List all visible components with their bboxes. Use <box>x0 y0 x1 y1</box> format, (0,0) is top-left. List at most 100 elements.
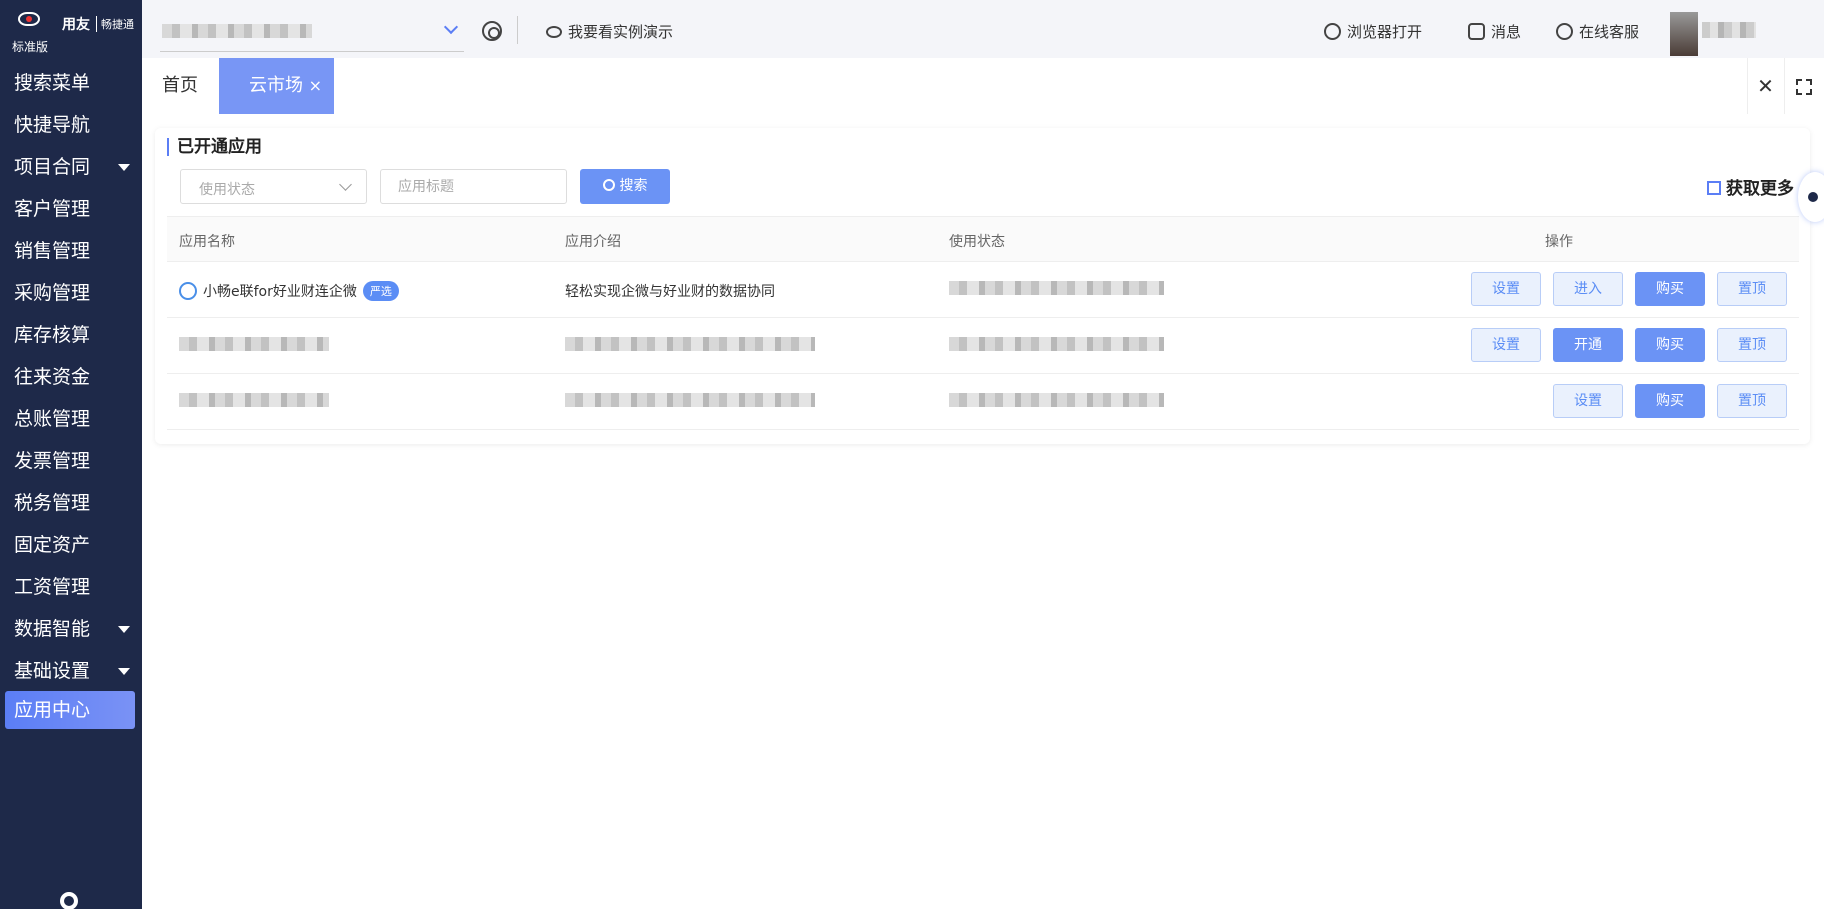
app-status-blurred <box>949 393 1164 407</box>
edition-label: 标准版 <box>12 40 49 54</box>
status-filter-select[interactable]: 使用状态 <box>180 169 367 204</box>
sidebar-item-label: 客户管理 <box>14 198 91 220</box>
row-action-button[interactable]: 购买 <box>1635 384 1705 418</box>
app-intro-cell: 轻松实现企微与好业财的数据协同 <box>565 281 775 301</box>
app-intro: 轻松实现企微与好业财的数据协同 <box>565 284 775 300</box>
messages-label: 消息 <box>1491 23 1522 41</box>
demo-label: 我要看实例演示 <box>568 23 674 41</box>
panel-title: 已开通应用 <box>167 138 262 156</box>
app-name-blurred <box>179 337 329 351</box>
sidebar-item[interactable]: 采购管理 <box>0 272 142 314</box>
table-row: 小畅e联for好业财连企微 严选 轻松实现企微与好业财的数据协同 设置 进入 购买 置顶 <box>167 262 1799 318</box>
close-tab-icon[interactable]: × <box>309 58 322 114</box>
sidebar-item[interactable]: 往来资金 <box>0 356 142 398</box>
logo[interactable]: 用友 畅捷通 标准版 <box>0 0 142 60</box>
row-actions: 设置 进入 购买 置顶 <box>1459 272 1787 306</box>
app-status-blurred <box>949 337 1164 351</box>
app-status-cell <box>949 281 1164 299</box>
status-filter-placeholder: 使用状态 <box>199 182 255 198</box>
sidebar-item-label: 应用中心 <box>14 699 91 721</box>
messages-link[interactable]: 消息 <box>1468 21 1521 42</box>
row-action-button[interactable]: 置顶 <box>1717 384 1787 418</box>
sidebar-item-label: 销售管理 <box>14 240 91 262</box>
demo-link[interactable]: 我要看实例演示 <box>546 21 673 42</box>
browser-open-label: 浏览器打开 <box>1347 23 1423 41</box>
row-action-button[interactable]: 购买 <box>1635 328 1705 362</box>
row-action-button[interactable]: 置顶 <box>1717 328 1787 362</box>
support-label: 在线客服 <box>1579 23 1640 41</box>
app-name: 小畅e联for好业财连企微 <box>203 284 357 300</box>
app-intro-blurred <box>565 393 815 407</box>
app-name-cell <box>179 393 329 411</box>
app-intro-cell <box>565 393 815 411</box>
row-action-button[interactable]: 设置 <box>1471 328 1541 362</box>
app-name-cell <box>179 337 329 355</box>
sidebar-item[interactable]: 税务管理 <box>0 482 142 524</box>
col-header-name: 应用名称 <box>179 234 235 250</box>
sidebar-item-label: 总账管理 <box>14 408 91 430</box>
app-name-blurred <box>179 393 329 407</box>
table-row: 设置 购买 置顶 <box>167 374 1799 430</box>
opened-apps-panel: 已开通应用 使用状态 搜索 获取更多 应用名称 应用介绍 使用状态 操作 小畅e… <box>155 128 1810 444</box>
tab-bar: 首页 云市场 × ✕ <box>142 58 1824 114</box>
table-header: 应用名称 应用介绍 使用状态 操作 <box>167 216 1799 262</box>
tab-home[interactable]: 首页 <box>162 58 198 114</box>
sidebar-item[interactable]: 库存核算 <box>0 314 142 356</box>
row-action-button[interactable]: 开通 <box>1553 328 1623 362</box>
sidebar-item-label: 发票管理 <box>14 450 91 472</box>
sidebar-item[interactable]: 工资管理 <box>0 566 142 608</box>
sidebar-item[interactable]: 客户管理 <box>0 188 142 230</box>
sidebar-item-label: 固定资产 <box>14 534 91 556</box>
gear-icon[interactable] <box>482 21 502 41</box>
col-header-intro: 应用介绍 <box>565 234 621 250</box>
planet-icon <box>546 26 562 38</box>
sidebar-item[interactable]: 快捷导航 <box>0 104 142 146</box>
app-intro-blurred <box>565 337 815 351</box>
caret-down-icon <box>118 626 130 633</box>
user-name-blurred[interactable] <box>1702 22 1756 38</box>
sidebar-item[interactable]: 项目合同 <box>0 146 142 188</box>
fullscreen-icon[interactable] <box>1784 58 1820 114</box>
table-row: 设置 开通 购买 置顶 <box>167 318 1799 374</box>
apps-list-icon <box>1707 181 1721 195</box>
row-action-button[interactable]: 购买 <box>1635 272 1705 306</box>
sidebar-item[interactable]: 销售管理 <box>0 230 142 272</box>
row-action-button[interactable]: 设置 <box>1471 272 1541 306</box>
sidebar-item[interactable]: 基础设置 <box>0 650 142 692</box>
row-action-button[interactable]: 设置 <box>1553 384 1623 418</box>
close-all-tabs-icon[interactable]: ✕ <box>1747 58 1783 114</box>
company-select[interactable] <box>160 18 464 52</box>
support-link[interactable]: 在线客服 <box>1556 21 1639 42</box>
search-button-label: 搜索 <box>619 178 648 194</box>
chevron-down-icon <box>443 19 459 35</box>
row-actions: 设置 购买 置顶 <box>1541 384 1787 418</box>
sidebar-item[interactable]: 发票管理 <box>0 440 142 482</box>
get-more-link[interactable]: 获取更多 <box>1707 174 1794 199</box>
sidebar-item-label: 搜索菜单 <box>14 72 91 94</box>
browser-open-link[interactable]: 浏览器打开 <box>1324 21 1422 42</box>
sidebar-settings-gear-icon[interactable] <box>60 892 78 909</box>
sidebar-item-label: 往来资金 <box>14 366 91 388</box>
sidebar-item[interactable]: 应用中心 <box>5 691 135 729</box>
sidebar-item-label: 项目合同 <box>14 156 91 178</box>
sidebar-item[interactable]: 总账管理 <box>0 398 142 440</box>
row-action-button[interactable]: 进入 <box>1553 272 1623 306</box>
brand-name: 用友 <box>62 17 90 33</box>
sidebar-item[interactable]: 数据智能 <box>0 608 142 650</box>
sidebar-item[interactable]: 固定资产 <box>0 524 142 566</box>
row-action-button[interactable]: 置顶 <box>1717 272 1787 306</box>
sidebar-item[interactable]: 搜索菜单 <box>0 62 142 104</box>
globe-icon <box>1324 23 1341 40</box>
assistant-bubble[interactable] <box>1798 172 1824 222</box>
col-header-actions: 操作 <box>1545 234 1573 250</box>
headset-icon <box>1556 23 1573 40</box>
tab-cloud-market-label: 云市场 <box>249 75 303 96</box>
search-icon <box>602 179 615 191</box>
search-button[interactable]: 搜索 <box>580 169 670 204</box>
sidebar-item-label: 采购管理 <box>14 282 91 304</box>
top-bar: 我要看实例演示 浏览器打开 消息 在线客服 <box>142 0 1824 58</box>
tab-cloud-market[interactable]: 云市场 × <box>219 58 334 114</box>
avatar[interactable] <box>1670 12 1698 56</box>
title-search-input[interactable] <box>380 169 567 204</box>
caret-down-icon <box>118 668 130 675</box>
